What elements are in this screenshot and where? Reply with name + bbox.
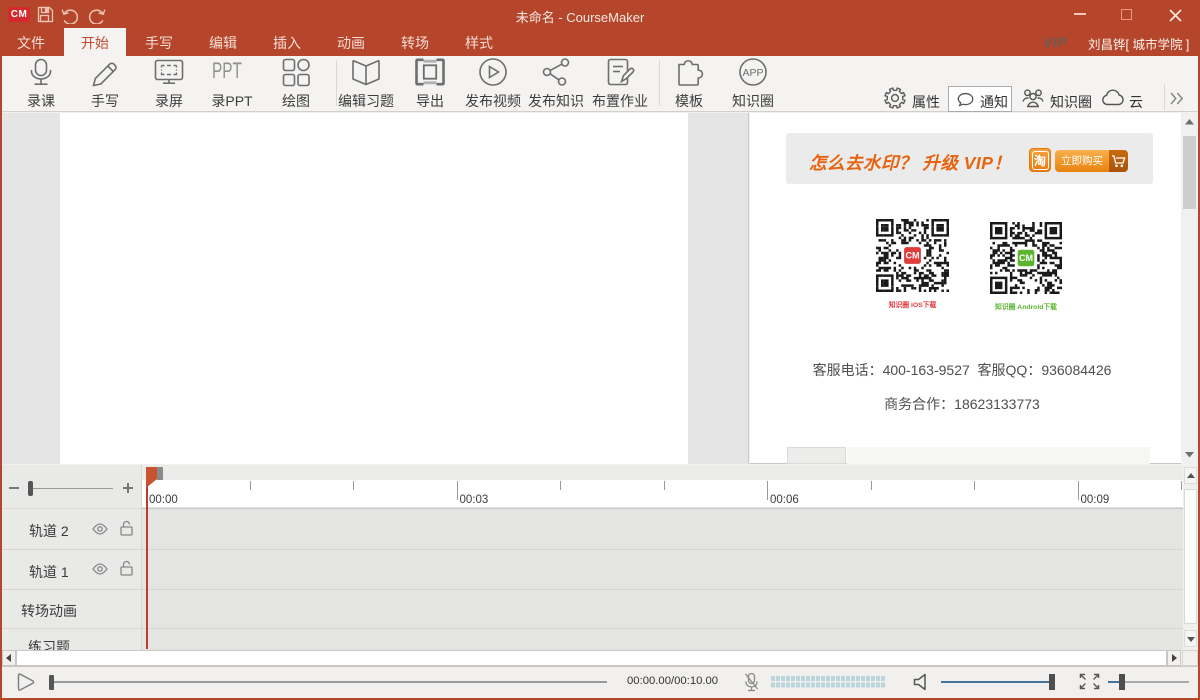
svg-text:APP: APP [742,67,763,79]
svg-text:CM: CM [1019,253,1033,263]
svg-text:CM: CM [906,251,920,261]
